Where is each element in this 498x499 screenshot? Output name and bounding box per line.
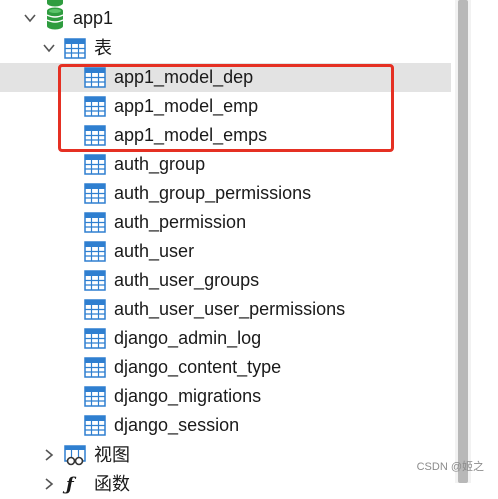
table-icon — [84, 125, 106, 146]
tree-table-item[interactable]: django_session — [0, 411, 451, 440]
table-icon — [84, 154, 106, 175]
database-label: app1 — [73, 8, 114, 28]
table-label: auth_permission — [114, 212, 247, 232]
view-icon — [64, 445, 86, 466]
table-label: auth_user_user_permissions — [114, 299, 346, 319]
table-label: django_admin_log — [114, 328, 262, 348]
views-group-label: 视图 — [94, 445, 130, 465]
table-icon — [84, 270, 106, 291]
table-label: app1_model_emp — [114, 96, 259, 116]
table-icon — [84, 386, 106, 407]
table-label: auth_user_groups — [114, 270, 260, 290]
table-icon — [84, 299, 106, 320]
table-icon — [84, 183, 106, 204]
tables-group-label: 表 — [94, 38, 112, 58]
database-icon — [46, 7, 64, 30]
table-label: django_migrations — [114, 386, 262, 406]
tree-table-item[interactable]: django_content_type — [0, 353, 451, 382]
tree-table-item[interactable]: auth_user — [0, 237, 451, 266]
table-icon — [84, 357, 106, 378]
chevron-right-icon[interactable] — [42, 448, 56, 462]
table-icon — [84, 67, 106, 88]
chevron-down-icon[interactable] — [23, 11, 37, 25]
table-label: auth_group_permissions — [114, 183, 312, 203]
table-icon — [84, 328, 106, 349]
chevron-right-icon[interactable] — [42, 477, 56, 491]
function-icon: ƒ — [66, 474, 74, 495]
table-label: app1_model_dep — [114, 67, 254, 87]
table-icon — [84, 241, 106, 262]
tree-table-item[interactable]: app1_model_emp — [0, 92, 451, 121]
table-label: django_content_type — [114, 357, 282, 377]
tree-group-tables[interactable]: 表 — [0, 34, 451, 63]
tree-table-item[interactable]: app1_model_emps — [0, 121, 451, 150]
watermark: CSDN @姬之 — [416, 461, 484, 473]
table-icon — [84, 415, 106, 436]
tree-table-item[interactable]: django_admin_log — [0, 324, 451, 353]
tree-group-views[interactable]: 视图 — [0, 441, 451, 470]
object-tree: app1 表 app1_model_dep app1_model_emp app… — [0, 0, 455, 495]
tree-table-item[interactable]: django_migrations — [0, 382, 451, 411]
tree-table-item[interactable]: auth_group — [0, 150, 451, 179]
functions-group-label: 函数 — [94, 474, 130, 494]
table-label: auth_user — [114, 241, 195, 261]
table-icon — [84, 212, 106, 233]
tree-table-item[interactable]: auth_user_user_permissions — [0, 295, 451, 324]
chevron-down-icon[interactable] — [42, 41, 56, 55]
tree-table-item[interactable]: auth_group_permissions — [0, 179, 451, 208]
tree-table-item[interactable]: auth_permission — [0, 208, 451, 237]
tree-table-item[interactable]: app1_model_dep — [0, 63, 451, 92]
table-icon — [64, 38, 86, 59]
tree-database-app1[interactable]: app1 — [0, 4, 451, 33]
vertical-scrollbar-thumb[interactable] — [458, 0, 468, 483]
table-label: app1_model_emps — [114, 125, 268, 145]
side-panel-edge — [471, 0, 498, 483]
table-icon — [84, 96, 106, 117]
table-label: auth_group — [114, 154, 206, 174]
table-label: django_session — [114, 415, 240, 435]
tree-table-item[interactable]: auth_user_groups — [0, 266, 451, 295]
tree-group-functions[interactable]: ƒ 函数 — [0, 470, 451, 499]
